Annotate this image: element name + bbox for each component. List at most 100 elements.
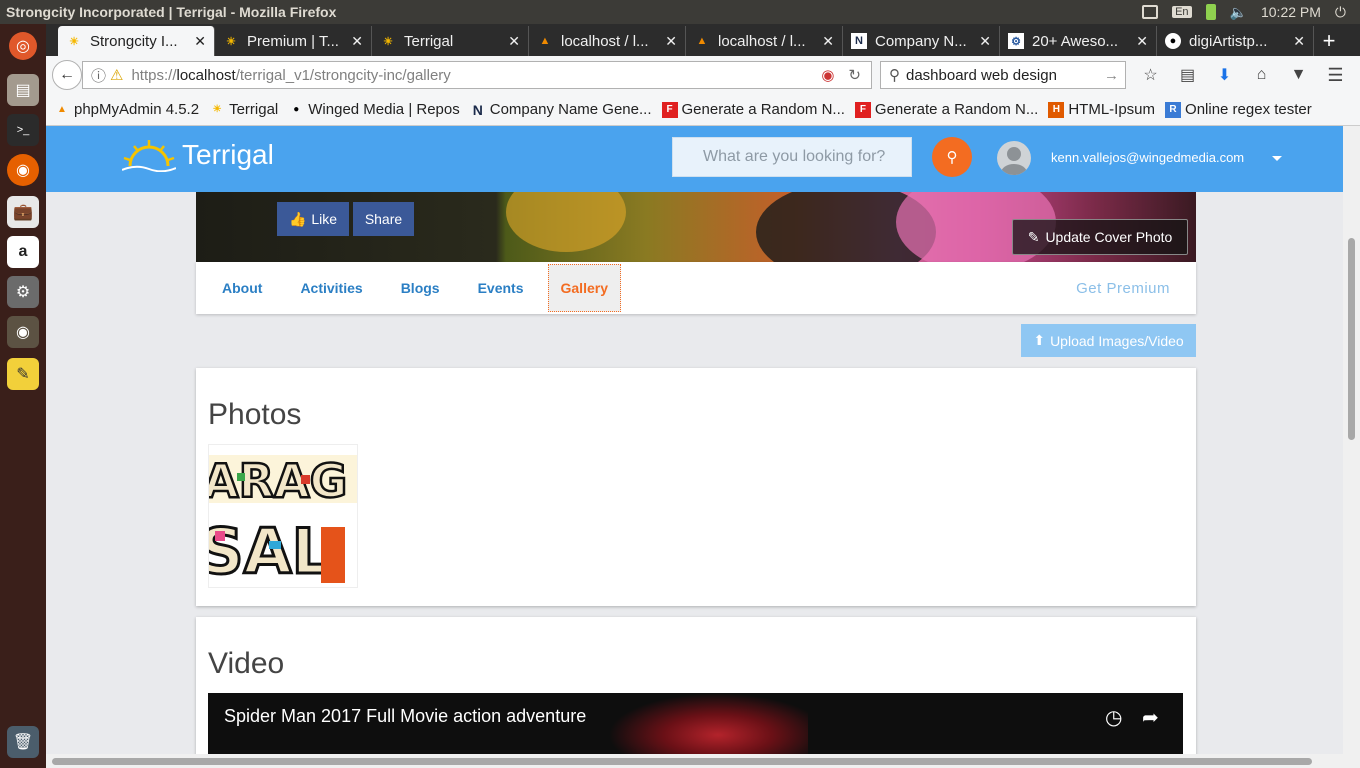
garage-sale-image: ARAG SAL <box>209 445 357 588</box>
screen-icon[interactable] <box>1142 5 1159 19</box>
tab-localhost-1[interactable]: ▲ localhost / l... ✕ <box>529 26 686 56</box>
gear-icon: ⚙ <box>1008 33 1024 49</box>
keyboard-layout[interactable]: En <box>1172 6 1192 18</box>
tab-activities[interactable]: Activities <box>296 264 366 312</box>
tab-strongcity[interactable]: ☀ Strongcity I... ✕ <box>58 26 215 56</box>
avatar[interactable] <box>997 141 1031 175</box>
share-button[interactable]: Share <box>353 202 414 236</box>
scroll-thumb[interactable] <box>1348 238 1355 440</box>
chevron-down-icon[interactable] <box>1272 156 1282 161</box>
terminal-icon[interactable]: >_ <box>7 114 39 146</box>
bookmark-random-2[interactable]: F Generate a Random N... <box>854 101 1038 118</box>
vertical-scrollbar[interactable] <box>1343 126 1360 768</box>
svg-text:SAL: SAL <box>209 515 331 588</box>
site-search-button[interactable]: ⚲ <box>932 137 972 177</box>
search-go-icon[interactable]: → <box>1104 67 1125 84</box>
navigation-bar: ← ⓘ ⚠ https://localhost/terrigal_v1/stro… <box>46 56 1360 94</box>
close-tab-icon[interactable]: ✕ <box>665 33 677 50</box>
clock[interactable]: 10:22 PM <box>1261 4 1321 20</box>
url-host: localhost <box>176 66 236 84</box>
downloads-icon[interactable]: ⬇ <box>1206 65 1243 85</box>
bookmarks-toolbar: ▲ phpMyAdmin 4.5.2 ☀ Terrigal ● Winged Medi… <box>46 94 1360 126</box>
volume-icon[interactable]: 🔈 <box>1230 4 1247 21</box>
bookmark-company-name[interactable]: N Company Name Gene... <box>470 101 652 118</box>
bookmark-phpmyadmin[interactable]: ▲ phpMyAdmin 4.5.2 <box>54 101 199 118</box>
close-tab-icon[interactable]: ✕ <box>508 33 520 50</box>
warning-lock-icon[interactable]: ⚠ <box>110 66 123 84</box>
tab-gallery[interactable]: Gallery <box>547 264 621 312</box>
gimp-icon[interactable]: ◉ <box>7 316 39 348</box>
upload-button[interactable]: ⬆ Upload Images/Video <box>1021 324 1196 357</box>
cover-decoration <box>506 192 626 252</box>
f-icon: F <box>661 101 678 118</box>
tab-localhost-2[interactable]: ▲ localhost / l... ✕ <box>686 26 843 56</box>
cover-photo: 👍 Like Share ✎ Update Cover Photo <box>196 192 1196 262</box>
battery-icon[interactable] <box>1205 4 1216 20</box>
close-tab-icon[interactable]: ✕ <box>194 33 206 50</box>
close-tab-icon[interactable]: ✕ <box>822 33 834 50</box>
tab-digiartist[interactable]: ● digiArtistp... ✕ <box>1157 26 1314 56</box>
tab-awesome[interactable]: ⚙ 20+ Aweso... ✕ <box>1000 26 1157 56</box>
pma-icon: ▲ <box>57 104 67 115</box>
tab-terrigal[interactable]: ☀ Terrigal ✕ <box>372 26 529 56</box>
reading-list-icon[interactable]: ▤ <box>1169 65 1206 85</box>
video-player[interactable]: Spider Man 2017 Full Movie action advent… <box>208 693 1183 763</box>
bookmark-star-icon[interactable]: ☆ <box>1132 65 1169 85</box>
amazon-icon[interactable]: a <box>7 236 39 268</box>
close-tab-icon[interactable]: ✕ <box>1136 33 1148 50</box>
bookmark-html-ipsum[interactable]: H HTML-Ipsum <box>1048 101 1155 118</box>
bookmark-regex[interactable]: R Online regex tester <box>1165 101 1312 118</box>
back-button[interactable]: ← <box>52 60 82 90</box>
n-logo-icon: N <box>472 101 483 118</box>
home-icon[interactable]: ⌂ <box>1243 66 1280 84</box>
site-search-input[interactable]: What are you looking for? <box>672 137 912 177</box>
close-tab-icon[interactable]: ✕ <box>1293 33 1305 50</box>
reload-icon[interactable]: ↻ <box>848 66 861 84</box>
bookmark-terrigal[interactable]: ☀ Terrigal <box>209 101 279 118</box>
svg-text:ARAG: ARAG <box>209 454 347 508</box>
search-bar[interactable]: ⚲ dashboard web design → <box>880 61 1126 89</box>
ubuntu-logo-icon[interactable]: ◎ <box>9 32 37 60</box>
sticky-notes-icon[interactable]: ✎ <box>7 358 39 390</box>
record-icon[interactable]: ◉ <box>821 66 834 84</box>
user-email[interactable]: kenn.vallejos@wingedmedia.com <box>1051 150 1244 165</box>
share-arrow-icon[interactable]: ➦ <box>1142 705 1159 730</box>
bookmark-random-1[interactable]: F Generate a Random N... <box>661 101 845 118</box>
brand-logo[interactable]: Terrigal <box>122 138 274 172</box>
info-icon[interactable]: ⓘ <box>91 65 106 86</box>
pma-icon: ▲ <box>539 35 551 47</box>
watch-later-icon[interactable]: ◷ <box>1105 705 1122 730</box>
tab-company-name[interactable]: N Company N... ✕ <box>843 26 1000 56</box>
trash-icon[interactable]: 🗑 <box>7 726 39 758</box>
tab-about[interactable]: About <box>218 264 266 312</box>
search-icon: ⚲ <box>946 149 958 166</box>
firefox-icon[interactable]: ◉ <box>7 154 39 186</box>
horizontal-scrollbar[interactable] <box>46 754 1343 768</box>
power-icon[interactable]: ⏻ <box>1335 4 1346 21</box>
github-icon: ● <box>293 104 300 115</box>
close-tab-icon[interactable]: ✕ <box>979 33 991 50</box>
like-button[interactable]: 👍 Like <box>277 202 349 236</box>
launcher: ◎ ▤ >_ ◉ 💼 a ⚙ ◉ ✎ 🗑 <box>0 24 46 768</box>
update-cover-button[interactable]: ✎ Update Cover Photo <box>1012 219 1188 255</box>
get-premium-link[interactable]: Get Premium <box>1076 280 1170 297</box>
video-title[interactable]: Spider Man 2017 Full Movie action advent… <box>224 706 586 727</box>
url-bar[interactable]: ⓘ ⚠ https://localhost/terrigal_v1/strong… <box>82 61 872 89</box>
tab-events[interactable]: Events <box>474 264 528 312</box>
photos-card: Photos ARAG SAL <box>196 368 1196 606</box>
bookmark-winged-media[interactable]: ● Winged Media | Repos <box>288 101 460 118</box>
close-tab-icon[interactable]: ✕ <box>351 33 363 50</box>
menu-icon[interactable]: ☰ <box>1317 65 1354 86</box>
tab-blogs[interactable]: Blogs <box>397 264 444 312</box>
files-icon[interactable]: ▤ <box>7 74 39 106</box>
tab-premium[interactable]: ☀ Premium | T... ✕ <box>215 26 372 56</box>
software-center-icon[interactable]: 💼 <box>7 196 39 228</box>
pocket-icon[interactable]: ▼ <box>1280 66 1317 84</box>
github-icon: ● <box>1165 33 1181 49</box>
new-tab-button[interactable]: + <box>1314 26 1344 56</box>
photo-thumbnail[interactable]: ARAG SAL <box>208 444 358 588</box>
n-logo-icon: N <box>851 33 867 49</box>
os-top-panel: Strongcity Incorporated | Terrigal - Moz… <box>0 0 1360 24</box>
scroll-thumb[interactable] <box>52 758 1312 765</box>
settings-icon[interactable]: ⚙ <box>7 276 39 308</box>
